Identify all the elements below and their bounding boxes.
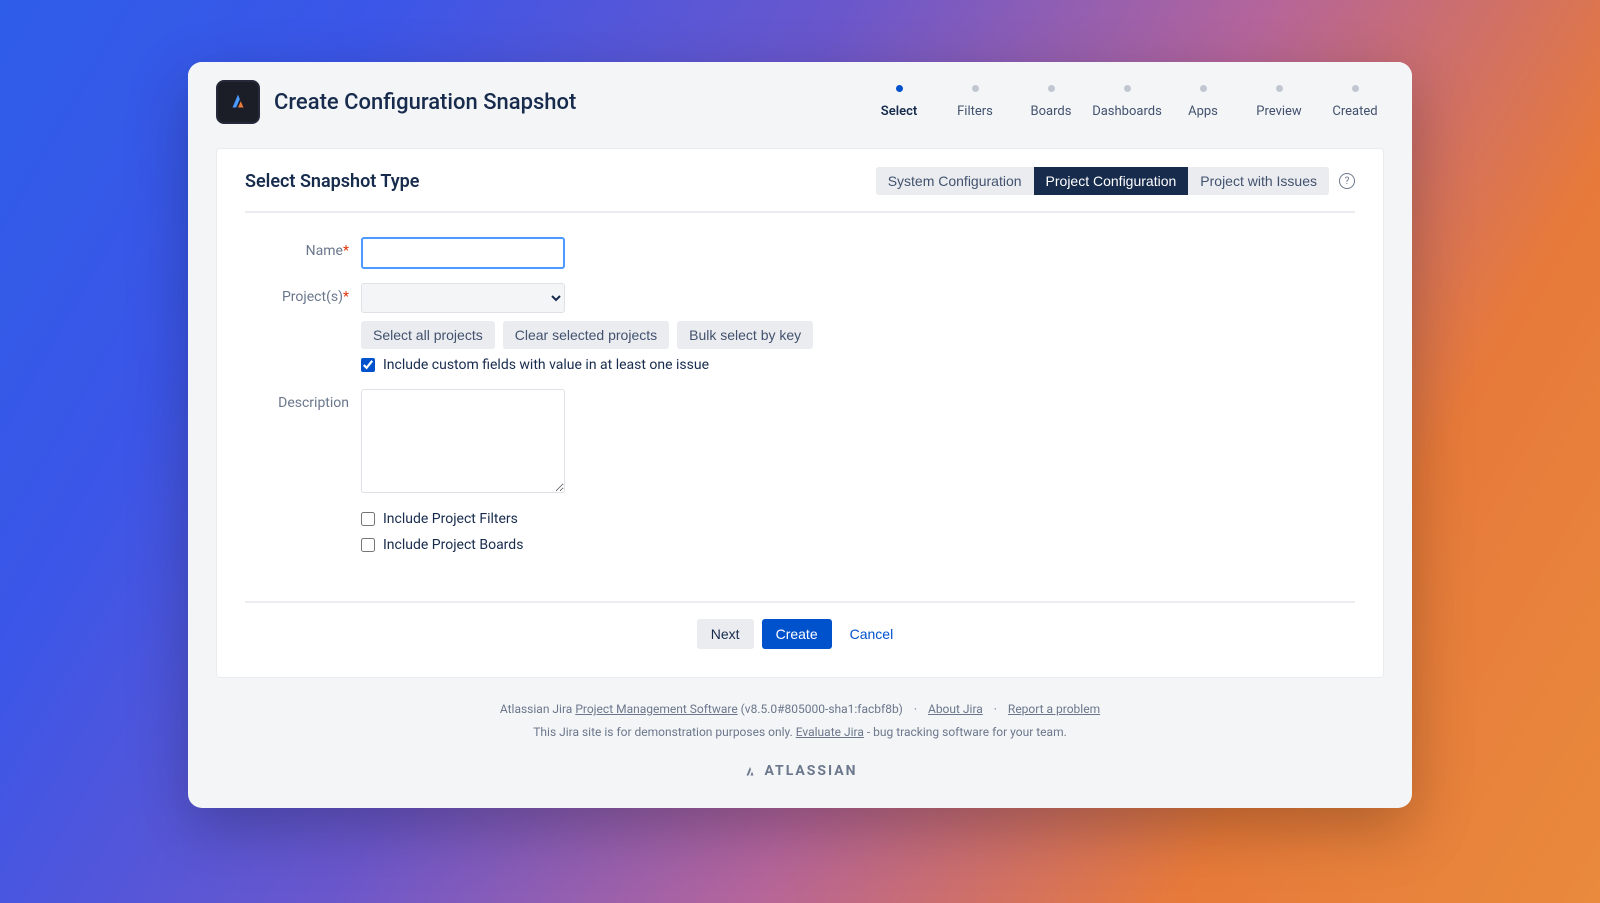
project-management-software-link[interactable]: Project Management Software [575, 702, 737, 716]
projects-label: Project(s)* [245, 283, 361, 305]
include-project-filters-row[interactable]: Include Project Filters [361, 511, 1355, 527]
step-preview[interactable]: Preview [1250, 85, 1308, 120]
step-dot [1048, 85, 1055, 92]
include-project-filters-checkbox[interactable] [361, 512, 375, 526]
step-filters[interactable]: Filters [946, 85, 1004, 120]
report-problem-link[interactable]: Report a problem [1008, 702, 1100, 716]
tab-project-with-issues[interactable]: Project with Issues [1188, 167, 1329, 195]
atlassian-icon [742, 763, 758, 779]
select-all-projects-button[interactable]: Select all projects [361, 321, 495, 349]
step-created[interactable]: Created [1326, 85, 1384, 120]
step-dot [1352, 85, 1359, 92]
projects-row: Project(s)* Select all projects Clear se… [245, 283, 1355, 373]
footer-line-2: This Jira site is for demonstration purp… [188, 721, 1412, 744]
step-dot [1276, 85, 1283, 92]
clear-selected-projects-button[interactable]: Clear selected projects [503, 321, 669, 349]
name-row: Name* [245, 237, 1355, 269]
step-select[interactable]: Select [870, 85, 928, 120]
step-dot [1200, 85, 1207, 92]
app-icon [216, 80, 260, 124]
page-title: Create Configuration Snapshot [274, 90, 576, 115]
cancel-button[interactable]: Cancel [840, 619, 904, 649]
name-input[interactable] [361, 237, 565, 269]
extra-include-options: Include Project Filters Include Project … [361, 511, 1355, 553]
evaluate-jira-link[interactable]: Evaluate Jira [796, 725, 864, 739]
next-button[interactable]: Next [697, 619, 754, 649]
include-project-boards-checkbox[interactable] [361, 538, 375, 552]
step-dot [896, 85, 903, 92]
panel: Select Snapshot Type System Configuratio… [216, 148, 1384, 678]
footer: Atlassian Jira Project Management Softwa… [188, 678, 1412, 808]
projects-button-row: Select all projects Clear selected proje… [361, 321, 813, 349]
include-project-boards-row[interactable]: Include Project Boards [361, 537, 1355, 553]
projects-select[interactable] [361, 283, 565, 313]
step-dot [972, 85, 979, 92]
bulk-select-by-key-button[interactable]: Bulk select by key [677, 321, 813, 349]
description-row: Description [245, 389, 1355, 497]
step-boards[interactable]: Boards [1022, 85, 1080, 120]
tab-project-configuration[interactable]: Project Configuration [1034, 167, 1189, 195]
atlassian-logo: ATLASSIAN [188, 758, 1412, 785]
form: Name* Project(s)* Select all projects Cl [245, 237, 1355, 553]
include-custom-fields-checkbox[interactable] [361, 358, 375, 372]
include-custom-fields-label: Include custom fields with value in at l… [383, 357, 709, 373]
include-project-filters-label: Include Project Filters [383, 511, 518, 527]
step-dashboards[interactable]: Dashboards [1098, 85, 1156, 120]
name-label: Name* [245, 237, 361, 259]
app-window: Create Configuration Snapshot Select Fil… [188, 62, 1412, 808]
stepper: Select Filters Boards Dashboards Apps Pr… [870, 85, 1384, 120]
header: Create Configuration Snapshot Select Fil… [188, 62, 1412, 124]
atlassian-brand-text: ATLASSIAN [764, 758, 857, 785]
description-label: Description [245, 389, 361, 411]
panel-title: Select Snapshot Type [245, 171, 419, 192]
description-textarea[interactable] [361, 389, 565, 493]
snapshot-type-tabs: System Configuration Project Configurati… [876, 167, 1355, 195]
panel-header: Select Snapshot Type System Configuratio… [245, 167, 1355, 213]
step-apps[interactable]: Apps [1174, 85, 1232, 120]
footer-line-1: Atlassian Jira Project Management Softwa… [188, 698, 1412, 721]
include-project-boards-label: Include Project Boards [383, 537, 523, 553]
include-custom-fields-row[interactable]: Include custom fields with value in at l… [361, 357, 813, 373]
about-jira-link[interactable]: About Jira [928, 702, 983, 716]
step-dot [1124, 85, 1131, 92]
help-icon[interactable]: ? [1339, 173, 1355, 189]
tab-system-configuration[interactable]: System Configuration [876, 167, 1034, 195]
create-button[interactable]: Create [762, 619, 832, 649]
action-bar: Next Create Cancel [245, 601, 1355, 649]
